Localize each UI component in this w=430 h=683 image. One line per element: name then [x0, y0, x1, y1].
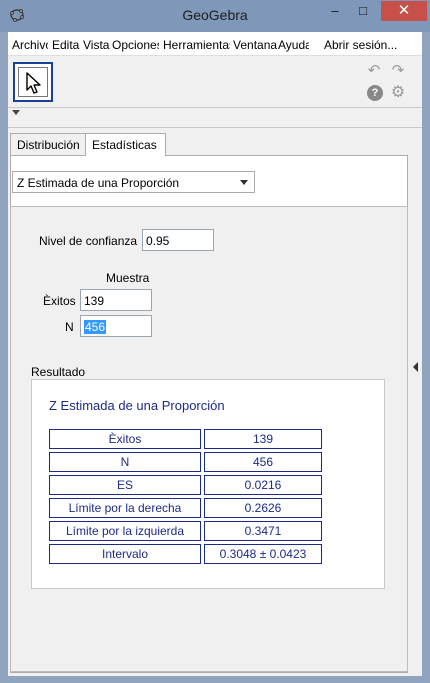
confidence-label: Nivel de confianza	[39, 234, 138, 248]
toolbar	[8, 57, 422, 107]
close-button[interactable]: ✕	[381, 1, 427, 21]
n-input-value: 456	[84, 320, 107, 334]
confidence-input[interactable]: 0.95	[142, 229, 214, 251]
sample-header: Muestra	[106, 271, 150, 285]
move-tool-frame	[18, 67, 48, 97]
minimize-button[interactable]: ‒	[322, 1, 348, 21]
result-table: Èxitos 139 N 456 ES 0.0216 Límite por la de…	[46, 426, 325, 567]
chevron-down-icon[interactable]	[12, 110, 20, 115]
redo-icon[interactable]: ↷	[389, 62, 407, 80]
table-row: Intervalo 0.3048 ± 0.0423	[49, 544, 322, 564]
select-chevron-icon[interactable]	[240, 180, 248, 185]
result-title: Z Estimada de una Proporción	[49, 398, 225, 413]
table-row: Límite por la derecha 0.2626	[49, 498, 322, 518]
help-icon[interactable]: ?	[367, 85, 383, 101]
n-input[interactable]: 456	[80, 315, 152, 337]
table-row: N 456	[49, 452, 322, 472]
row-key: N	[49, 452, 201, 472]
procedure-select[interactable]: Z Estimada de una Proporción	[12, 171, 255, 193]
row-value: 139	[204, 429, 322, 449]
tab-estadisticas[interactable]: Estadísticas	[85, 133, 166, 156]
menu-herramientas[interactable]: Herramientas	[163, 38, 230, 52]
row-key: Límite por la derecha	[49, 498, 201, 518]
menu-ayuda[interactable]: Ayuda	[278, 38, 309, 52]
successes-input[interactable]: 139	[80, 289, 152, 311]
row-key: Èxitos	[49, 429, 201, 449]
menu-ventana[interactable]: Ventana	[233, 38, 277, 52]
table-row: Èxitos 139	[49, 429, 322, 449]
chevron-left-icon[interactable]	[413, 362, 418, 372]
menu-edita[interactable]: Edita	[52, 38, 83, 52]
table-row: Límite por la izquierda 0.3471	[49, 521, 322, 541]
result-label: Resultado	[31, 365, 86, 379]
row-value: 456	[204, 452, 322, 472]
row-key: ES	[49, 475, 201, 495]
menu-opciones[interactable]: Opciones	[112, 38, 159, 52]
maximize-button[interactable]: □	[350, 1, 376, 21]
row-value: 0.3048 ± 0.0423	[204, 544, 322, 564]
row-key: Intervalo	[49, 544, 201, 564]
move-tool-button[interactable]	[13, 62, 53, 102]
view-divider	[8, 127, 422, 128]
menu-archivo[interactable]: Archivo	[12, 38, 48, 52]
tab-distribucion[interactable]: Distribución	[10, 133, 86, 155]
row-value: 0.3471	[204, 521, 322, 541]
successes-label: Èxitos	[43, 294, 76, 308]
row-value: 0.0216	[204, 475, 322, 495]
cursor-arrow-icon	[26, 72, 41, 94]
toolbar-divider	[8, 107, 422, 108]
table-row: ES 0.0216	[49, 475, 322, 495]
menu-bar: Archivo Edita Vista Opciones Herramienta…	[8, 32, 422, 56]
gear-icon[interactable]: ⚙	[389, 84, 407, 102]
login-link[interactable]: Abrir sesión...	[324, 38, 397, 52]
row-key: Límite por la izquierda	[49, 521, 201, 541]
n-label: N	[65, 320, 74, 334]
menu-vista[interactable]: Vista	[83, 38, 112, 52]
row-value: 0.2626	[204, 498, 322, 518]
title-bar[interactable]: GeoGebra ‒ □ ✕	[0, 0, 430, 32]
undo-icon[interactable]: ↶	[365, 62, 383, 80]
